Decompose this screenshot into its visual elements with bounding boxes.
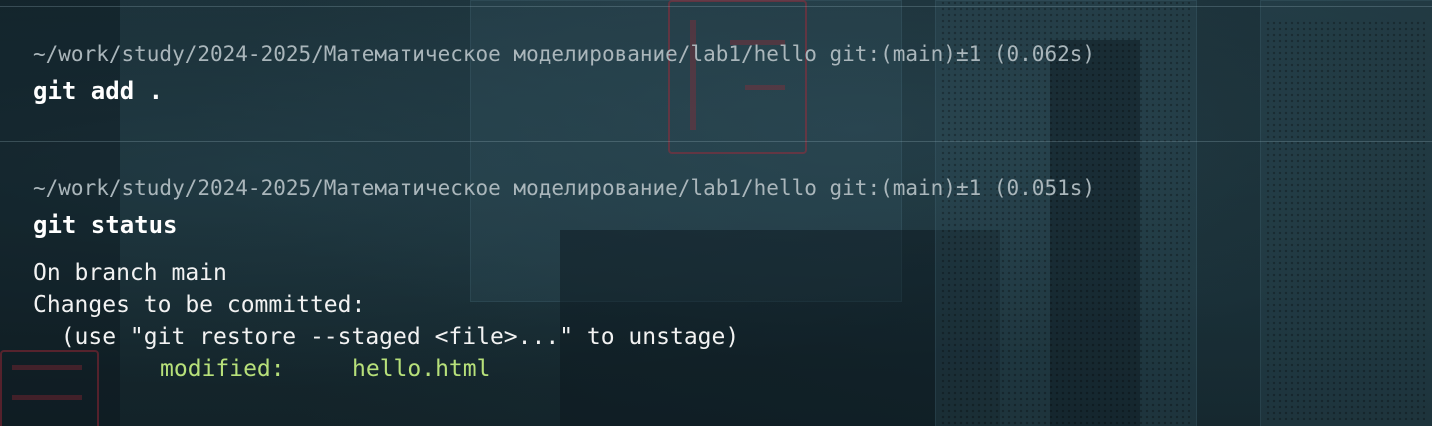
wallpaper-neon-sign <box>668 0 807 154</box>
wallpaper-right-building <box>1260 0 1432 426</box>
output-line: (use "git restore --staged <file>..." to… <box>33 324 740 350</box>
modified-label: modified: <box>160 356 285 382</box>
block-divider <box>0 141 1432 142</box>
output-line: Changes to be committed: <box>33 292 366 318</box>
wallpaper-neon-stroke <box>745 85 785 90</box>
block-divider <box>0 6 1432 7</box>
output-line: On branch main <box>33 260 227 286</box>
prompt-line: ~/work/study/2024-2025/Математическое мо… <box>33 176 1096 200</box>
terminal-window[interactable]: ~/work/study/2024-2025/Математическое мо… <box>0 0 1432 426</box>
wallpaper-neon-stroke <box>690 20 696 130</box>
wallpaper-neon-stroke <box>12 365 82 370</box>
wallpaper-grille-texture-right <box>1265 20 1425 420</box>
command-line[interactable]: git add . <box>33 75 163 107</box>
wallpaper-neon-stroke <box>12 395 82 400</box>
modified-file-name: hello.html <box>352 356 491 382</box>
command-line[interactable]: git status <box>33 209 178 241</box>
prompt-line: ~/work/study/2024-2025/Математическое мо… <box>33 42 1096 66</box>
wallpaper-neon-sign-left <box>0 350 99 426</box>
wallpaper-pillar <box>1050 40 1140 426</box>
